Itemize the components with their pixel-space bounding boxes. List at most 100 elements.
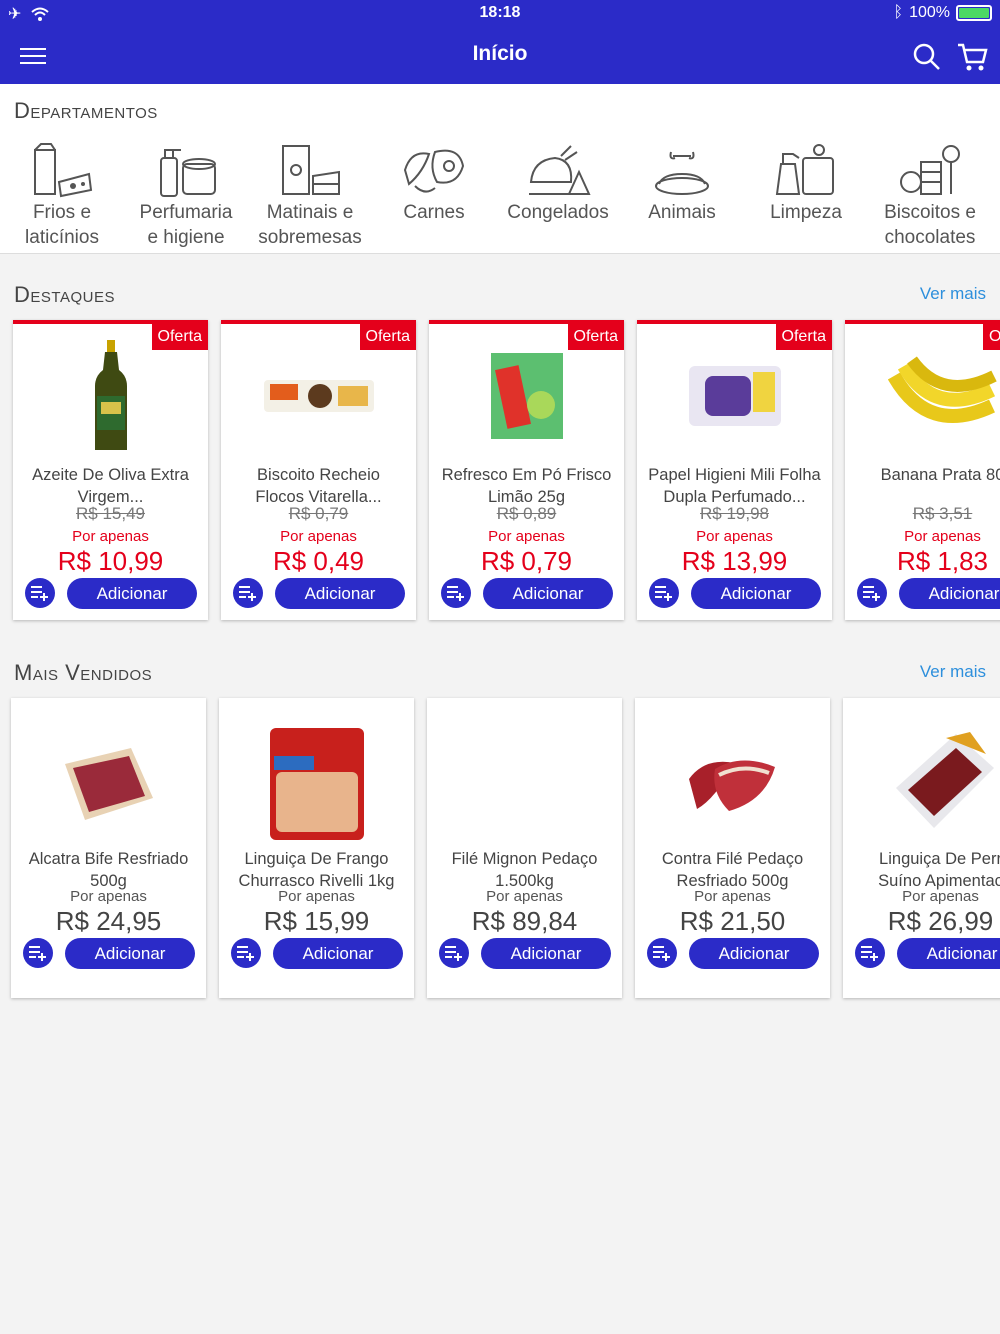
add-to-cart-button[interactable]: Adicionar (899, 578, 1000, 609)
search-icon[interactable] (912, 42, 942, 72)
product-name: Azeite De Oliva Extra Virgem... (32, 466, 189, 506)
battery-percent: 100% (909, 4, 950, 21)
meat-icon (403, 149, 465, 193)
product-card[interactable]: Oferta Biscoito Recheio Flocos Vitarella… (221, 320, 416, 620)
add-to-cart-button[interactable]: Adicionar (689, 938, 819, 969)
product-price: R$ 13,99 (681, 546, 788, 576)
department-cleaning[interactable]: Limpeza (744, 142, 868, 250)
add-to-list-button[interactable] (231, 938, 261, 968)
add-to-list-button[interactable] (649, 578, 679, 608)
add-to-list-button[interactable] (25, 578, 55, 608)
playlist-add-icon (655, 586, 672, 601)
product-card[interactable]: Linguiça De Frango Churrasco Rivelli 1kg… (219, 698, 414, 998)
add-to-cart-button[interactable]: Adicionar (65, 938, 195, 969)
add-to-list-button[interactable] (647, 938, 677, 968)
product-name: Refresco Em Pó Frisco Limão 25g (441, 466, 612, 506)
product-old-price: R$ 19,98 (700, 504, 769, 523)
department-label: Perfumaria e higiene (139, 202, 233, 248)
sweets-icon (900, 145, 960, 195)
add-to-list-button[interactable] (857, 578, 887, 608)
playlist-add-icon (237, 946, 254, 961)
product-old-price: R$ 0,89 (496, 504, 557, 523)
department-label: Matinais e sobremesas (258, 202, 362, 248)
product-image (11, 724, 206, 844)
add-to-list-button[interactable] (441, 578, 471, 608)
product-card[interactable]: Oferta Banana Prata 80 R$ 3,51 Por apena… (845, 320, 1000, 620)
add-to-cart-button[interactable]: Adicionar (483, 578, 613, 609)
product-price: R$ 15,99 (263, 906, 370, 936)
playlist-add-icon (653, 946, 670, 961)
product-card[interactable]: Filé Mignon Pedaço 1.500kg Por apenas R$… (427, 698, 622, 998)
product-price-lead: Por apenas (904, 528, 981, 545)
add-to-cart-button[interactable]: Adicionar (273, 938, 403, 969)
department-label: Biscoitos e chocolates (884, 202, 976, 248)
product-image (221, 336, 416, 456)
product-card[interactable]: Oferta Papel Higieni Mili Folha Dupla Pe… (637, 320, 832, 620)
product-image (845, 336, 1000, 456)
department-dairy[interactable]: Frios e laticínios (0, 142, 124, 250)
add-to-cart-button[interactable]: Adicionar (275, 578, 405, 609)
product-price: R$ 21,50 (679, 906, 786, 936)
product-image (219, 724, 414, 844)
playlist-add-icon (29, 946, 46, 961)
add-to-list-button[interactable] (233, 578, 263, 608)
departments-list: Frios e laticínios Perfumaria e higiene … (0, 142, 1000, 250)
add-to-list-button[interactable] (855, 938, 885, 968)
add-to-list-button[interactable] (23, 938, 53, 968)
product-card[interactable]: Contra Filé Pedaço Resfriado 500g Por ap… (635, 698, 830, 998)
product-card[interactable]: Oferta Azeite De Oliva Extra Virgem... R… (13, 320, 208, 620)
product-price: R$ 24,95 (55, 906, 162, 936)
product-name: Filé Mignon Pedaço 1.500kg (451, 850, 598, 890)
department-pets[interactable]: Animais (620, 142, 744, 250)
add-to-list-button[interactable] (439, 938, 469, 968)
page-title: Início (472, 42, 528, 65)
product-old-price: R$ 0,79 (288, 504, 349, 523)
battery-icon (956, 5, 992, 21)
product-price-lead: Por apenas (72, 528, 149, 545)
department-meat[interactable]: Carnes (372, 142, 496, 250)
department-hygiene[interactable]: Perfumaria e higiene (124, 142, 248, 250)
product-price: R$ 0,79 (480, 546, 573, 576)
add-to-cart-button[interactable]: Adicionar (481, 938, 611, 969)
product-image (843, 724, 1000, 844)
breakfast-icon (282, 145, 340, 195)
pet-icon (655, 151, 709, 195)
cart-icon[interactable] (956, 42, 988, 72)
bestsellers-title: Mais Vendidos (14, 660, 153, 685)
product-price-lead: Por apenas (488, 528, 565, 545)
department-breakfast[interactable]: Matinais e sobremesas (248, 142, 372, 250)
product-price-lead: Por apenas (70, 888, 147, 905)
product-price: R$ 26,99 (887, 906, 994, 936)
product-card[interactable]: Alcatra Bife Resfriado 500g Por apenas R… (11, 698, 206, 998)
product-name: Alcatra Bife Resfriado 500g (28, 850, 189, 890)
product-price-lead: Por apenas (694, 888, 771, 905)
bestsellers-row: Alcatra Bife Resfriado 500g Por apenas R… (0, 696, 1000, 1004)
bluetooth-icon: ᛒ (893, 4, 904, 21)
product-name: Banana Prata 80 (880, 466, 1000, 484)
playlist-add-icon (447, 586, 464, 601)
bestsellers-see-more-link[interactable]: Ver mais (920, 662, 986, 682)
playlist-add-icon (861, 946, 878, 961)
product-price: R$ 1,83 (896, 546, 989, 576)
department-sweets[interactable]: Biscoitos e chocolates (868, 142, 992, 250)
playlist-add-icon (863, 586, 880, 601)
add-to-cart-button[interactable]: Adicionar (67, 578, 197, 609)
highlights-see-more-link[interactable]: Ver mais (920, 284, 986, 304)
add-to-cart-button[interactable]: Adicionar (897, 938, 1000, 969)
status-bar: ✈ 18:18 ᛒ 100% (0, 0, 1000, 28)
bestsellers-header: Mais Vendidos Ver mais (0, 660, 1000, 690)
add-to-cart-button[interactable]: Adicionar (691, 578, 821, 609)
department-frozen[interactable]: Congelados (496, 142, 620, 250)
product-card[interactable]: Oferta Refresco Em Pó Frisco Limão 25g R… (429, 320, 624, 620)
playlist-add-icon (239, 586, 256, 601)
department-label: Frios e laticínios (25, 202, 99, 248)
product-name: Linguiça De Perr Suíno Apimentac (878, 850, 1000, 890)
product-image (637, 336, 832, 456)
frozen-icon (529, 145, 591, 195)
highlights-title: Destaques (14, 282, 115, 307)
hygiene-icon (160, 149, 216, 197)
department-label: Carnes (403, 202, 465, 223)
departments-panel: Departamentos Frios e laticínios Perfuma… (0, 84, 1000, 254)
product-card[interactable]: Linguiça De Perr Suíno Apimentac Por ape… (843, 698, 1000, 998)
product-name: Biscoito Recheio Flocos Vitarella... (255, 466, 382, 506)
